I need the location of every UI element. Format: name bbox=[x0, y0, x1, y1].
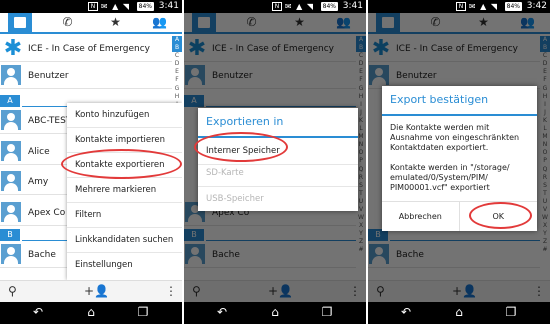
signal-icons: ✉ ▲ ◥ bbox=[468, 2, 498, 11]
avatar bbox=[1, 110, 21, 130]
star-icon: ★ bbox=[110, 15, 121, 29]
back-icon[interactable]: ↶ bbox=[396, 305, 416, 320]
phone-icon: ✆ bbox=[62, 15, 73, 29]
recents-icon[interactable]: ❐ bbox=[317, 305, 337, 320]
clock: 3:41 bbox=[342, 1, 363, 11]
section-letter: B bbox=[0, 229, 20, 241]
avatar bbox=[1, 65, 21, 85]
home-icon[interactable]: ⌂ bbox=[449, 305, 469, 320]
contact-name: ICE - In Case of Emergency bbox=[28, 44, 150, 54]
option-usb-storage: USB-Speicher bbox=[206, 194, 264, 204]
index-letter[interactable]: B bbox=[172, 44, 182, 53]
status-bar: N ✉ ▲ ◥ 84% 3:42 bbox=[368, 0, 550, 13]
contact-name: ABC-TEST bbox=[28, 116, 72, 126]
index-letter[interactable]: F bbox=[172, 76, 182, 84]
highlight-oval bbox=[61, 149, 182, 179]
nfc-icon: N bbox=[456, 2, 466, 11]
battery-indicator: 84% bbox=[136, 2, 154, 11]
signal-icons: ✉ ▲ ◥ bbox=[100, 2, 130, 11]
index-letter[interactable]: H bbox=[172, 93, 182, 101]
clock: 3:41 bbox=[158, 1, 179, 11]
dialog-title-divider bbox=[382, 114, 537, 116]
contact-name: Amy bbox=[28, 177, 49, 187]
status-bar: N ✉ ▲ ◥ 84% 3:41 bbox=[184, 0, 366, 13]
menu-item-mark-multiple[interactable]: Mehrere markieren bbox=[67, 178, 182, 203]
dialog-message-1: Die Kontakte werden mit Ausnahme von ein… bbox=[390, 123, 520, 152]
home-icon[interactable]: ⌂ bbox=[265, 305, 285, 320]
tab-phone[interactable]: ✆ bbox=[45, 13, 90, 32]
menu-item-link-candidates[interactable]: Linkkandidaten suchen bbox=[67, 228, 182, 253]
tab-contacts[interactable] bbox=[8, 13, 32, 32]
nfc-icon: N bbox=[88, 2, 98, 11]
cancel-button[interactable]: Abbrechen bbox=[382, 202, 460, 231]
highlight-oval bbox=[469, 202, 532, 229]
option-sd-card: SD-Karte bbox=[206, 168, 244, 178]
status-bar: N ✉ ▲ ◥ 84% 3:41 bbox=[0, 0, 182, 13]
menu-item-settings[interactable]: Einstellungen bbox=[67, 253, 182, 278]
action-bar: ⚲ +👤 ⋮ bbox=[0, 280, 182, 302]
avatar bbox=[1, 141, 21, 161]
menu-item-add-account[interactable]: Konto hinzufügen bbox=[67, 103, 182, 128]
signal-icons: ✉ ▲ ◥ bbox=[284, 2, 314, 11]
contact-name: Benutzer bbox=[28, 71, 69, 81]
recents-icon[interactable]: ❐ bbox=[501, 305, 521, 320]
screen-contacts-menu: N ✉ ▲ ◥ 84% 3:41 ✆ ★ 👥 ✱ ICE - In Case o… bbox=[0, 0, 182, 324]
avatar bbox=[1, 171, 21, 191]
index-letter[interactable]: D bbox=[172, 60, 182, 68]
tab-bar: ✆ ★ 👥 bbox=[0, 13, 182, 34]
contact-name: Apex Co bbox=[28, 208, 66, 218]
back-icon[interactable]: ↶ bbox=[28, 305, 48, 320]
index-letter[interactable]: E bbox=[172, 68, 182, 76]
navigation-bar: ↶ ⌂ ❐ bbox=[184, 302, 366, 324]
contact-name: Bache bbox=[28, 250, 56, 260]
dialog-message: Die Kontakte werden mit Ausnahme von ein… bbox=[390, 123, 532, 203]
dialog-title: Export bestätigen bbox=[390, 93, 489, 106]
battery-indicator: 84% bbox=[320, 2, 338, 11]
search-icon[interactable]: ⚲ bbox=[8, 284, 17, 299]
index-letter[interactable]: C bbox=[172, 52, 182, 60]
overflow-menu: Konto hinzufügen Kontakte importieren Ko… bbox=[67, 103, 182, 280]
overflow-menu-icon[interactable]: ⋮ bbox=[165, 284, 177, 299]
list-item-benutzer[interactable]: Benutzer bbox=[0, 63, 172, 89]
nfc-icon: N bbox=[272, 2, 282, 11]
battery-indicator: 84% bbox=[504, 2, 522, 11]
home-icon[interactable]: ⌂ bbox=[81, 305, 101, 320]
highlight-oval bbox=[194, 132, 288, 162]
navigation-bar: ↶ ⌂ ❐ bbox=[0, 302, 182, 324]
contact-name: Alice bbox=[28, 147, 50, 157]
avatar bbox=[1, 244, 21, 264]
list-item-ice[interactable]: ✱ ICE - In Case of Emergency bbox=[0, 36, 172, 62]
index-letter[interactable]: A bbox=[172, 36, 182, 45]
ice-star-icon: ✱ bbox=[3, 36, 23, 61]
section-letter: A bbox=[0, 95, 20, 107]
back-icon[interactable]: ↶ bbox=[212, 305, 232, 320]
avatar bbox=[1, 202, 21, 222]
dialog-message-2: Kontakte werden in "/storage/ emulated/0… bbox=[390, 163, 510, 192]
tab-favorites[interactable]: ★ bbox=[93, 13, 138, 32]
group-icon: 👥 bbox=[152, 15, 167, 29]
add-contact-icon[interactable]: +👤 bbox=[84, 284, 109, 299]
tab-groups[interactable]: 👥 bbox=[137, 13, 182, 32]
recents-icon[interactable]: ❐ bbox=[133, 305, 153, 320]
index-letter[interactable]: G bbox=[172, 85, 182, 93]
clock: 3:42 bbox=[526, 1, 547, 11]
menu-item-filter[interactable]: Filtern bbox=[67, 203, 182, 228]
navigation-bar: ↶ ⌂ ❐ bbox=[368, 302, 550, 324]
